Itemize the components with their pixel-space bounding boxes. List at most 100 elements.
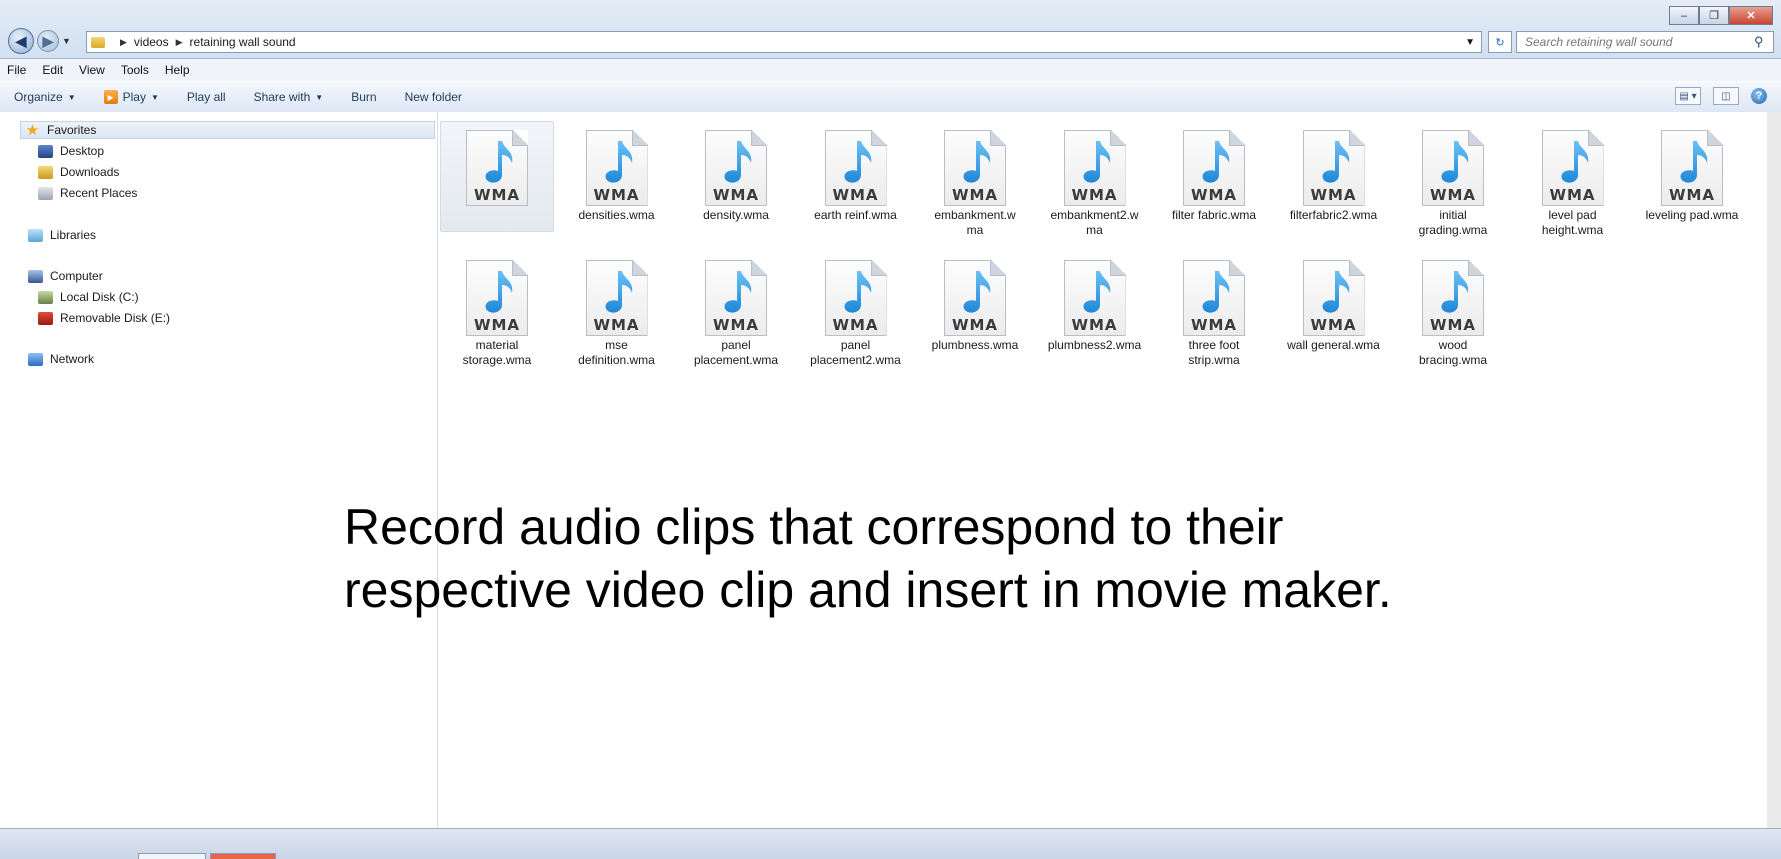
file-item[interactable]: WMAcompaction.wma [438, 116, 556, 232]
nav-item-recent-places[interactable]: Recent Places [38, 184, 137, 202]
file-item[interactable]: WMA earth reinf.wma [797, 116, 915, 223]
nav-item-libraries[interactable]: Libraries [28, 226, 96, 244]
computer-icon [28, 269, 43, 283]
wma-file-icon: WMA [1302, 260, 1365, 336]
wma-file-icon: WMA [1183, 130, 1245, 206]
maximize-button[interactable]: ❐ [1699, 6, 1729, 25]
file-type-badge: WMA [593, 186, 640, 204]
recent-pages-dropdown-icon[interactable]: ▼ [62, 36, 71, 46]
file-type-badge: WMA [593, 316, 640, 334]
play-all-button[interactable]: Play all [173, 90, 240, 104]
play-all-label: Play all [186, 90, 226, 104]
scrollbar-track[interactable] [1767, 112, 1781, 828]
wma-file-icon: WMA [944, 130, 1006, 206]
nav-label: Downloads [60, 165, 120, 179]
file-item[interactable]: WMA density.wma [677, 116, 795, 223]
file-type-badge: WMA [1310, 186, 1357, 204]
change-view-button[interactable]: ▤ ▾ [1675, 87, 1701, 105]
removable-disk-icon [38, 311, 53, 325]
play-icon: ▶ [103, 90, 118, 104]
nav-item-desktop[interactable]: Desktop [38, 142, 104, 160]
file-type-badge: WMA [473, 186, 521, 204]
close-button[interactable]: ✕ [1729, 6, 1773, 25]
wma-file-icon: WMA [1063, 130, 1126, 206]
file-item[interactable]: WMA leveling pad.wma [1633, 116, 1751, 223]
file-item[interactable]: WMA plumbness.wma [916, 246, 1034, 353]
libraries-icon [28, 228, 43, 242]
address-bar[interactable]: ▶ videos ▶ retaining wall sound ▼ [86, 31, 1482, 53]
file-type-badge: WMA [832, 316, 879, 334]
file-item[interactable]: WMA densities.wma [558, 116, 676, 223]
file-name-continued: strip.wma [1188, 353, 1240, 367]
menu-tools[interactable]: Tools [114, 63, 158, 77]
file-type-badge: WMA [712, 186, 760, 204]
nav-item-computer[interactable]: Computer [28, 267, 103, 285]
nav-item-downloads[interactable]: Downloads [38, 163, 119, 181]
file-type-badge: WMA [1190, 186, 1238, 204]
folder-icon [91, 36, 105, 48]
file-item[interactable]: WMA embankment2.w ma [1036, 116, 1154, 238]
local-disk-icon [38, 290, 53, 304]
new-folder-button[interactable]: New folder [391, 90, 476, 104]
file-name: plumbness.wma [931, 338, 1019, 352]
file-item[interactable]: WMA plumbness2.wma [1036, 246, 1154, 353]
back-button[interactable]: ◀ [8, 28, 34, 54]
search-input[interactable] [1523, 34, 1752, 50]
menu-help[interactable]: Help [158, 63, 199, 77]
file-type-badge: WMA [1310, 316, 1357, 334]
view-controls: ▤ ▾ ◫ ? [1675, 87, 1767, 105]
file-view: WMAcompaction.wmaWMAdensities.wmaWMAdens… [438, 112, 1781, 828]
nav-item-network[interactable]: Network [28, 350, 94, 368]
file-item[interactable]: WMA mse definition.wma [558, 246, 676, 368]
organize-button[interactable]: Organize ▼ [0, 90, 90, 104]
play-button[interactable]: ▶ Play ▼ [90, 90, 173, 104]
nav-item-favorites[interactable]: ★ Favorites [20, 121, 435, 139]
taskbar-button[interactable] [210, 853, 276, 859]
file-item[interactable]: WMA panel placement.wma [677, 246, 795, 368]
file-name: densities.wma [578, 208, 655, 222]
file-item[interactable]: WMA wood bracing.wma [1394, 246, 1512, 368]
file-type-badge: WMA [1429, 316, 1477, 334]
file-item[interactable]: WMA filterfabric2.wma [1275, 116, 1393, 223]
file-item[interactable]: WMA filter fabric.wma [1155, 116, 1273, 223]
play-label: Play [122, 90, 146, 104]
file-name: wall general.wma [1287, 338, 1380, 352]
menu-edit[interactable]: Edit [35, 63, 72, 77]
help-icon[interactable]: ? [1751, 88, 1767, 104]
wma-file-icon: WMA [705, 130, 767, 206]
refresh-icon[interactable]: ↻ [1488, 31, 1512, 53]
wma-file-icon: WMA [585, 130, 648, 206]
star-icon: ★ [25, 122, 40, 139]
file-item[interactable]: WMA embankment.w ma [916, 116, 1034, 238]
taskbar-button[interactable] [138, 853, 206, 859]
file-name-continued: placement2.wma [810, 353, 901, 367]
preview-pane-button[interactable]: ◫ [1713, 87, 1739, 105]
breadcrumb-arrow-icon[interactable]: ▶ [176, 37, 183, 48]
minimize-button[interactable]: – [1669, 6, 1699, 25]
search-box[interactable]: ⚲ [1516, 31, 1774, 53]
search-icon[interactable]: ⚲ [1754, 34, 1764, 50]
file-name-continued: grading.wma [1418, 223, 1488, 237]
burn-button[interactable]: Burn [337, 90, 390, 104]
file-item[interactable]: WMA panel placement2.wma [797, 246, 915, 368]
file-item[interactable]: WMA material storage.wma [438, 246, 556, 368]
address-dropdown-icon[interactable]: ▼ [1465, 37, 1481, 48]
breadcrumb-retaining-wall-sound[interactable]: retaining wall sound [190, 35, 296, 49]
nav-item-removable-disk[interactable]: Removable Disk (E:) [38, 309, 170, 327]
file-item[interactable]: WMA initial grading.wma [1394, 116, 1512, 238]
file-item[interactable]: WMA three foot strip.wma [1155, 246, 1273, 368]
menu-view[interactable]: View [72, 63, 114, 77]
file-item[interactable]: WMA level pad height.wma [1514, 116, 1632, 238]
breadcrumb-arrow-icon[interactable]: ▶ [120, 37, 127, 48]
file-name: panel [721, 338, 751, 352]
breadcrumb-videos[interactable]: videos [134, 35, 169, 49]
file-name: material [475, 338, 519, 352]
wma-file-icon: WMA [1541, 130, 1604, 206]
command-bar: Organize ▼ ▶ Play ▼ Play all Share with … [0, 81, 1781, 113]
file-item[interactable]: WMA wall general.wma [1275, 246, 1393, 353]
nav-item-local-disk[interactable]: Local Disk (C:) [38, 288, 139, 306]
menu-file[interactable]: File [0, 63, 35, 77]
share-with-button[interactable]: Share with ▼ [240, 90, 338, 104]
nav-label: Desktop [60, 144, 105, 158]
forward-button[interactable]: ▶ [37, 30, 59, 52]
